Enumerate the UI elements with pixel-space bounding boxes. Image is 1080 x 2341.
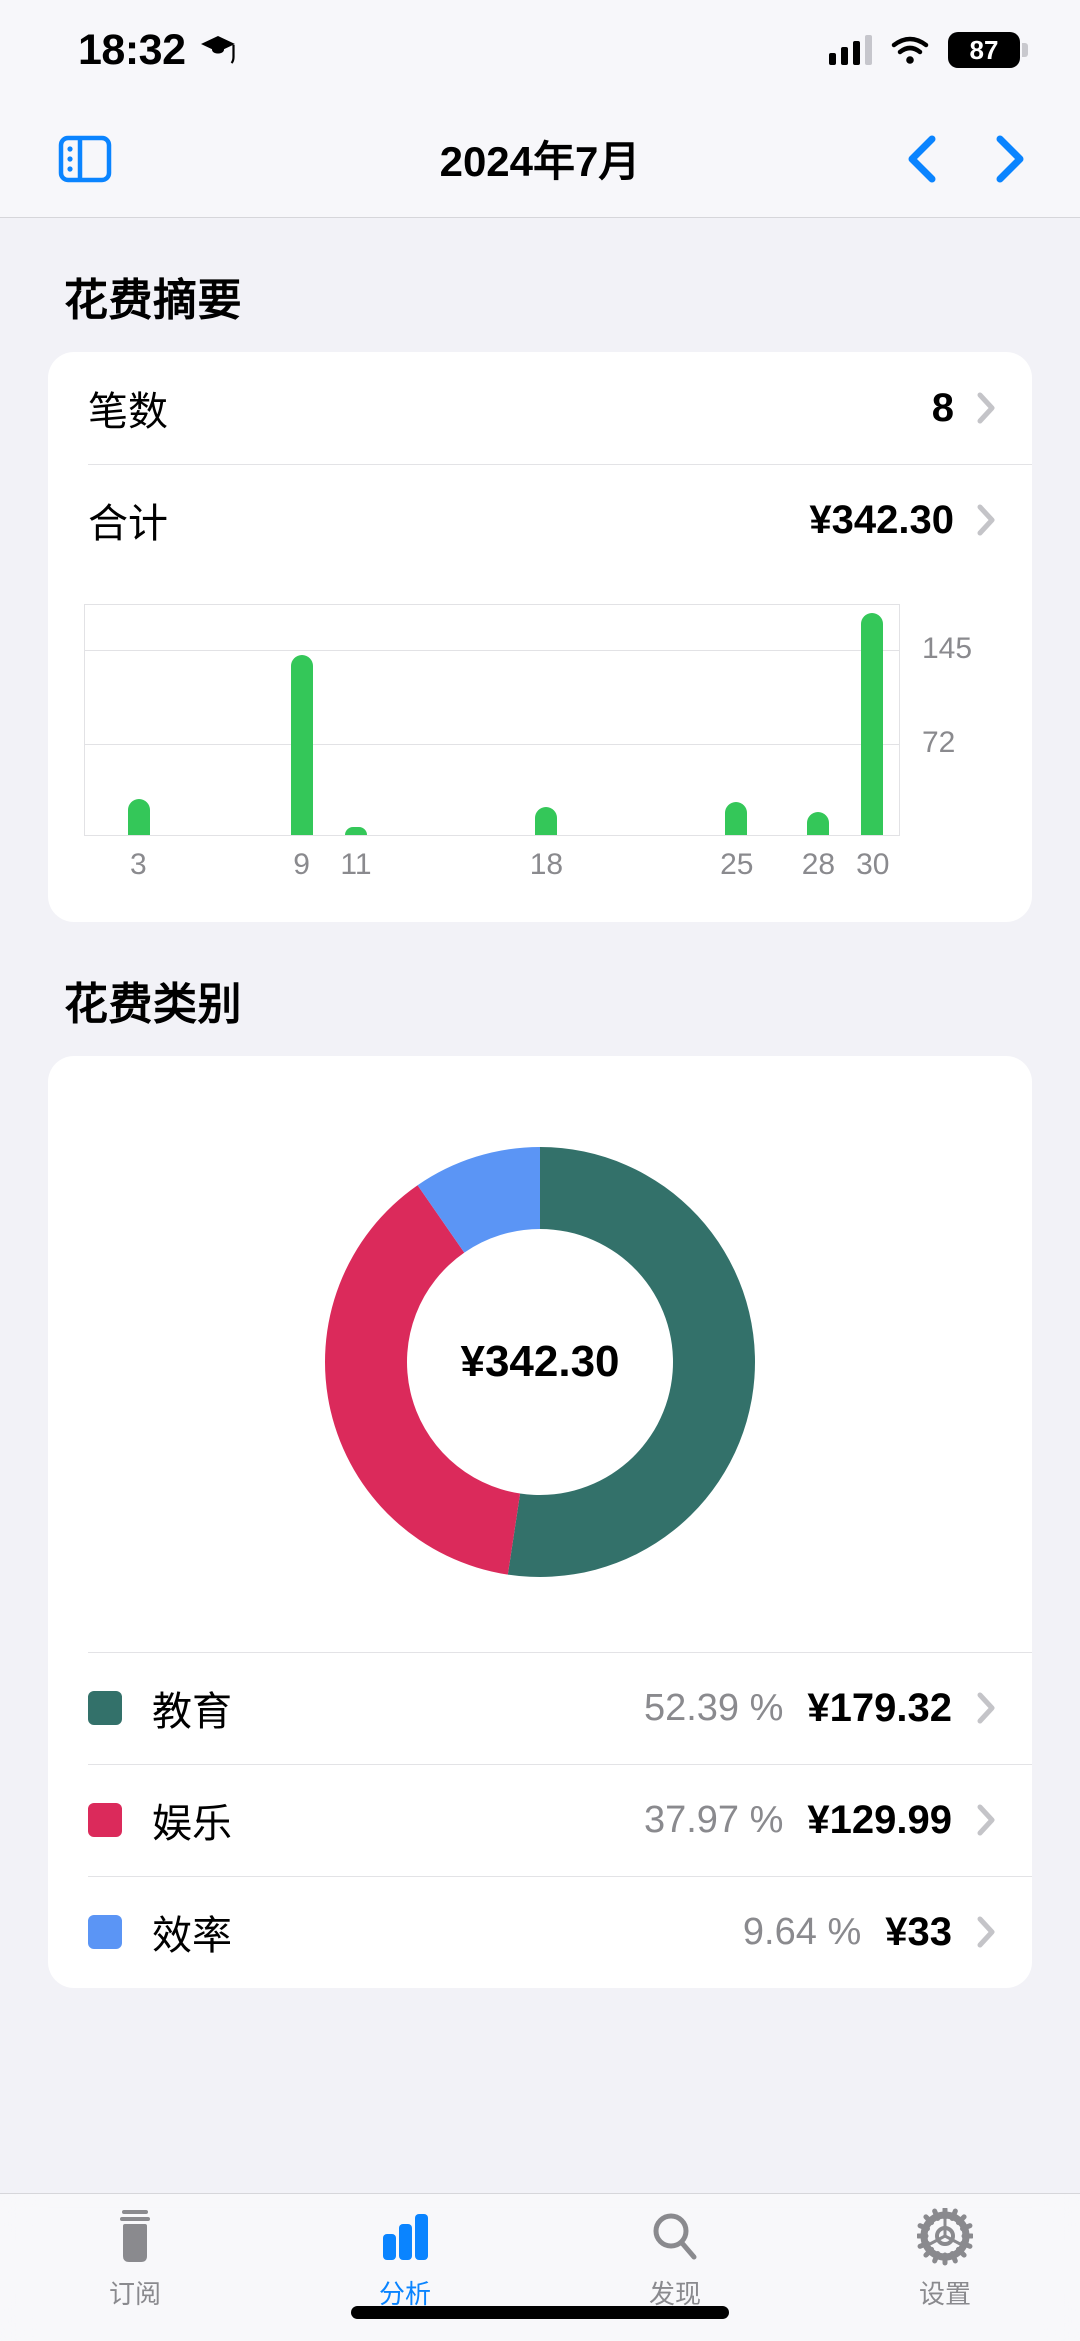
search-icon (649, 2208, 701, 2266)
category-amount: ¥129.99 (807, 1797, 952, 1842)
bar-chart-plot-area (84, 604, 900, 836)
category-name: 效率 (152, 1914, 232, 1958)
bar-chart-y-axis: 72 145 (900, 604, 996, 836)
bar-chart-bar (806, 811, 829, 835)
chevron-right-icon (976, 503, 996, 537)
bar-chart-gridline (85, 744, 899, 746)
month-navigation (904, 133, 1028, 185)
gear-icon (917, 2208, 973, 2266)
status-bar-left: 18:32 (78, 26, 237, 75)
category-name: 娱乐 (152, 1802, 232, 1846)
bar-chart-y-tick-label: 145 (922, 632, 973, 666)
summary-row-right: 8 (932, 386, 996, 431)
chevron-right-icon (976, 1691, 996, 1725)
summary-row-label: 笔数 (88, 390, 168, 434)
bar-chart-bar (725, 801, 748, 835)
bar-chart-x-tick-label: 3 (130, 848, 147, 881)
main-content: 花费摘要 笔数 8 合计 ¥342.30 72 145 3 9 11 18 25… (0, 218, 1080, 2193)
bar-chart-x-tick-label: 11 (340, 848, 372, 881)
tab-analytics[interactable]: 分析 (270, 2208, 540, 2311)
navigation-bar: 2024年7月 (0, 100, 1080, 218)
category-percent: 9.64 % (742, 1910, 862, 1953)
tab-label: 订阅 (108, 2279, 161, 2309)
category-values: 52.39 % ¥179.32 (644, 1686, 996, 1731)
category-row-entertainment[interactable]: 娱乐 37.97 % ¥129.99 (48, 1764, 1032, 1876)
status-bar-right: 87 (829, 32, 1028, 68)
tab-discover[interactable]: 发现 (540, 2208, 810, 2311)
category-row-education[interactable]: 教育 52.39 % ¥179.32 (48, 1652, 1032, 1764)
graduation-cap-icon (199, 33, 237, 67)
battery-indicator: 87 (948, 32, 1028, 68)
chevron-left-icon[interactable] (904, 133, 940, 185)
tab-settings[interactable]: 设置 (810, 2208, 1080, 2311)
jar-icon (111, 2208, 159, 2266)
chevron-right-icon[interactable] (992, 133, 1028, 185)
category-percent: 52.39 % (643, 1686, 784, 1729)
tab-bar: 订阅 分析 发现 设置 (0, 2193, 1080, 2341)
summary-row-value: ¥342.30 (809, 497, 954, 542)
summary-row-total[interactable]: 合计 ¥342.30 (48, 464, 1032, 576)
category-color-swatch (88, 1803, 122, 1837)
bar-chart-bar (860, 613, 883, 835)
cellular-signal-icon (829, 35, 872, 65)
chevron-right-icon (976, 1915, 996, 1949)
bar-chart-x-tick-label: 28 (801, 848, 836, 881)
donut-center-total: ¥342.30 (460, 1337, 620, 1386)
category-amount: ¥179.32 (807, 1685, 952, 1730)
bar-chart-gridline (85, 650, 899, 652)
expense-summary-title: 花费摘要 (64, 276, 242, 325)
summary-row-value: 8 (931, 385, 954, 430)
chevron-right-icon (976, 391, 996, 425)
bar-chart-bar (535, 806, 558, 835)
expense-categories-title: 花费类别 (64, 980, 242, 1029)
tab-subscriptions[interactable]: 订阅 (0, 2208, 270, 2311)
bar-chart-x-axis: 3 9 11 18 25 28 30 (84, 836, 900, 900)
bar-chart-bar (345, 827, 368, 835)
bar-chart-bar (128, 798, 151, 835)
category-color-swatch (88, 1691, 122, 1725)
category-donut-chart: ¥342.30 (48, 1056, 1032, 1652)
home-indicator (351, 2306, 729, 2319)
tab-label: 设置 (918, 2279, 971, 2309)
chevron-right-icon (976, 1803, 996, 1837)
bar-chart-x-tick-label: 25 (720, 848, 754, 881)
bar-chart-x-tick-label: 18 (529, 848, 564, 881)
battery-level: 87 (969, 34, 999, 65)
status-bar: 18:32 87 (0, 0, 1080, 100)
summary-row-count[interactable]: 笔数 8 (48, 352, 1032, 464)
expense-categories-card: ¥342.30 教育 52.39 % ¥179.32 娱乐 37.97 % ¥1… (48, 1056, 1032, 1988)
bar-chart-x-tick-label: 30 (856, 848, 890, 881)
bar-chart-bar (291, 654, 314, 835)
summary-row-label: 合计 (88, 502, 168, 546)
summary-row-right: ¥342.30 (809, 498, 996, 543)
category-row-productivity[interactable]: 效率 9.64 % ¥33 (48, 1876, 1032, 1988)
wifi-icon (890, 35, 930, 65)
category-percent: 37.97 % (643, 1798, 784, 1841)
status-time: 18:32 (78, 25, 186, 74)
bar-chart-icon (379, 2208, 431, 2266)
category-values: 9.64 % ¥33 (743, 1910, 996, 1955)
category-color-swatch (88, 1915, 122, 1949)
category-name: 教育 (152, 1690, 232, 1734)
bar-chart-y-tick-label: 72 (922, 726, 956, 760)
daily-spending-bar-chart: 72 145 3 9 11 18 25 28 30 (48, 576, 1032, 922)
category-amount: ¥33 (885, 1909, 952, 1954)
bar-chart-x-tick-label: 9 (293, 848, 310, 881)
sidebar-toggle-icon[interactable] (58, 133, 112, 185)
expense-summary-card: 笔数 8 合计 ¥342.30 72 145 3 9 11 18 25 28 3… (48, 352, 1032, 922)
category-values: 37.97 % ¥129.99 (644, 1798, 996, 1843)
